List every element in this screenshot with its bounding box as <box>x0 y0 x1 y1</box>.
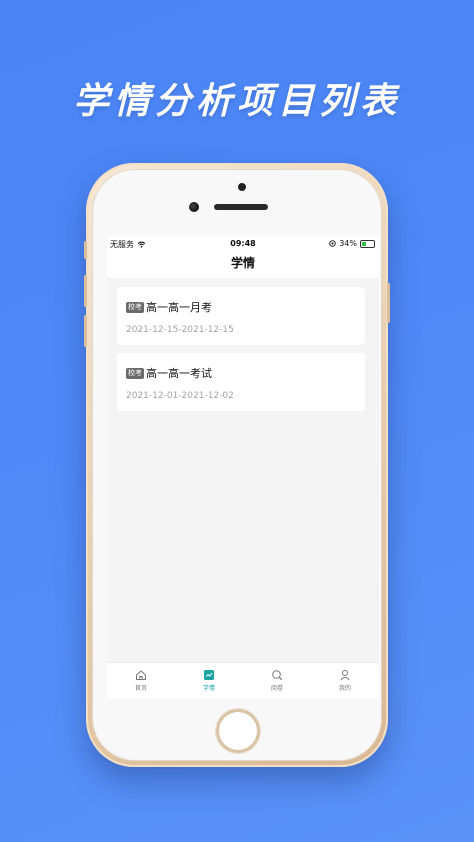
status-right: 34% <box>329 239 375 248</box>
phone-frame: 无服务 09:48 34% 学情 校考 高一高一月考 2021-12-15-20… <box>84 163 390 767</box>
battery-fill <box>362 241 366 246</box>
battery-percent: 34% <box>339 239 357 248</box>
exam-title: 高一高一考试 <box>146 367 212 380</box>
tab-label: 学情 <box>202 685 215 692</box>
tab-home[interactable]: 首页 <box>107 663 175 698</box>
headline: 学情分析项目列表 <box>72 81 401 122</box>
tab-label: 阅卷 <box>270 685 283 692</box>
exam-date: 2021-12-15-2021-12-15 <box>126 325 234 335</box>
orientation-lock-icon <box>329 240 336 247</box>
exam-date: 2021-12-01-2021-12-02 <box>126 391 234 401</box>
earpiece-speaker <box>214 204 268 210</box>
exam-title: 高一高一月考 <box>146 301 212 314</box>
exam-type-badge: 校考 <box>126 367 144 379</box>
page-title: 学情 <box>107 252 379 278</box>
home-icon <box>136 670 146 680</box>
exam-title-row: 校考 高一高一月考 <box>126 299 212 315</box>
chart-icon <box>204 670 214 680</box>
home-button[interactable] <box>216 709 260 753</box>
bottom-tab-bar: 首页 学情 阅卷 我的 <box>107 662 379 698</box>
exam-type-badge: 校考 <box>126 301 144 313</box>
power-button <box>387 283 390 323</box>
tab-label: 我的 <box>338 685 351 692</box>
search-icon <box>272 670 283 681</box>
tab-label: 首页 <box>134 685 147 692</box>
exam-card[interactable]: 校考 高一高一月考 2021-12-15-2021-12-15 <box>117 287 365 345</box>
front-camera <box>189 202 199 212</box>
volume-down-button <box>84 315 87 347</box>
mute-switch <box>84 241 87 259</box>
tab-grading[interactable]: 阅卷 <box>243 663 311 698</box>
user-icon <box>340 670 350 681</box>
battery-icon <box>360 239 375 248</box>
phone-face: 无服务 09:48 34% 学情 校考 高一高一月考 2021-12-15-20… <box>92 169 382 761</box>
proximity-sensor <box>238 183 246 191</box>
exam-card[interactable]: 校考 高一高一考试 2021-12-01-2021-12-02 <box>117 353 365 411</box>
tab-analysis[interactable]: 学情 <box>175 663 243 698</box>
tab-profile[interactable]: 我的 <box>311 663 379 698</box>
exam-title-row: 校考 高一高一考试 <box>126 365 212 381</box>
app-screen: 无服务 09:48 34% 学情 校考 高一高一月考 2021-12-15-20… <box>107 236 379 698</box>
status-bar: 无服务 09:48 34% <box>107 236 379 252</box>
volume-up-button <box>84 275 87 307</box>
